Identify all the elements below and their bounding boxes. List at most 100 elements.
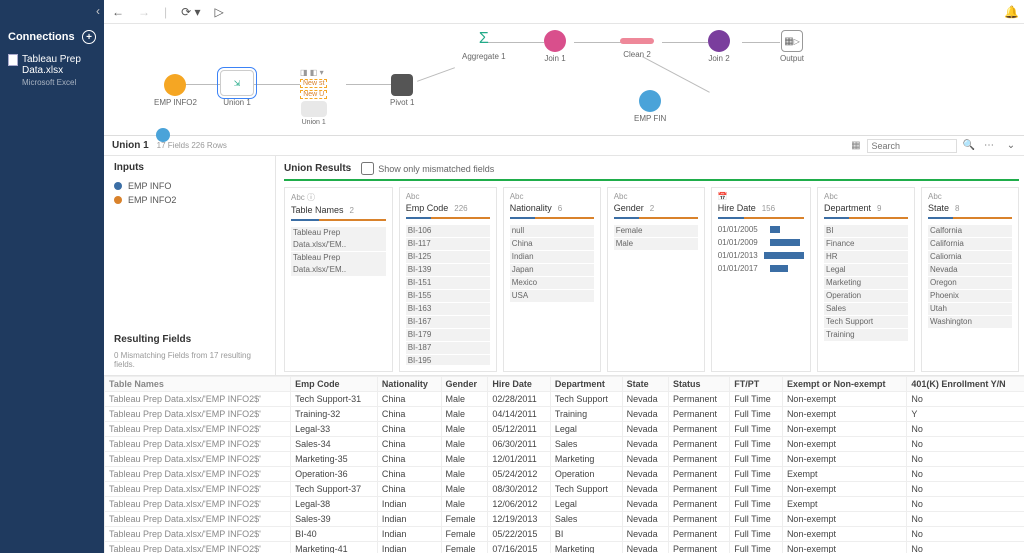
more-menu[interactable]: ⋯: [981, 140, 997, 151]
mismatch-checkbox[interactable]: Show only mismatched fields: [361, 162, 494, 175]
profile-value[interactable]: California: [928, 238, 1012, 250]
search-input[interactable]: [867, 139, 957, 153]
input-item[interactable]: EMP INFO: [114, 181, 265, 191]
table-row[interactable]: Tableau Prep Data.xlsx/'EMP INFO2$'Sales…: [105, 512, 1024, 527]
profile-value[interactable]: null: [510, 225, 594, 237]
input-item[interactable]: EMP INFO2: [114, 195, 265, 205]
profile-value[interactable]: Marketing: [824, 277, 908, 289]
profile-value[interactable]: BI-155: [406, 290, 490, 302]
col-header[interactable]: State: [622, 377, 668, 392]
node-output[interactable]: ▦ ▷ Output: [780, 30, 804, 63]
table-row[interactable]: Tableau Prep Data.xlsx/'EMP INFO2$'Sales…: [105, 437, 1024, 452]
profile-value[interactable]: Japan: [510, 264, 594, 276]
col-header[interactable]: Nationality: [377, 377, 441, 392]
add-connection-button[interactable]: +: [82, 30, 96, 44]
node-new-step[interactable]: ◨ ◧ ▾ New st New U Union 1: [300, 68, 327, 126]
profile-value[interactable]: Operation: [824, 290, 908, 302]
profile-value[interactable]: BI-163: [406, 303, 490, 315]
profile-value[interactable]: BI-179: [406, 329, 490, 341]
profile-value[interactable]: Legal: [824, 264, 908, 276]
flow-canvas[interactable]: EMP INFO2 ⇲ Union 1 ◨ ◧ ▾ New st New U U…: [104, 24, 1024, 136]
table-row[interactable]: Tableau Prep Data.xlsx/'EMP INFO2$'Tech …: [105, 392, 1024, 407]
collapse-sidebar-icon[interactable]: ‹: [96, 4, 100, 18]
nav-back-icon[interactable]: ←: [112, 5, 124, 19]
node-join1[interactable]: Join 1: [544, 30, 566, 63]
profile-value[interactable]: BI-151: [406, 277, 490, 289]
col-header[interactable]: Exempt or Non-exempt: [782, 377, 906, 392]
profile-value[interactable]: Training: [824, 329, 908, 341]
table-row[interactable]: Tableau Prep Data.xlsx/'EMP INFO2$'Legal…: [105, 497, 1024, 512]
profile-value[interactable]: Tech Support: [824, 316, 908, 328]
profile-value[interactable]: Finance: [824, 238, 908, 250]
sidebar-title: Connections: [8, 31, 75, 43]
profile-department[interactable]: AbcDepartment9BIFinanceHRLegalMarketingO…: [817, 187, 915, 372]
node-union1[interactable]: ⇲ Union 1: [220, 70, 254, 107]
profile-value[interactable]: Washington: [928, 316, 1012, 328]
profile-value[interactable]: Sales: [824, 303, 908, 315]
col-header[interactable]: FT/PT: [730, 377, 783, 392]
profile-value[interactable]: Indian: [510, 251, 594, 263]
node-emp-fin[interactable]: EMP FIN: [634, 90, 666, 123]
table-row[interactable]: Tableau Prep Data.xlsx/'EMP INFO2$'Tech …: [105, 482, 1024, 497]
profile-hire_date[interactable]: 📅Hire Date15601/01/200501/01/200901/01/2…: [711, 187, 811, 372]
profile-value[interactable]: Caliornia: [928, 251, 1012, 263]
profile-table_names[interactable]: Abc ⓘTable Names2Tableau Prep Data.xlsx/…: [284, 187, 393, 372]
profile-value[interactable]: Male: [614, 238, 698, 250]
profile-value[interactable]: Calfornia: [928, 225, 1012, 237]
profile-value[interactable]: USA: [510, 290, 594, 302]
col-header[interactable]: Hire Date: [488, 377, 551, 392]
profile-value[interactable]: Female: [614, 225, 698, 237]
data-grid[interactable]: Table NamesEmp CodeNationalityGenderHire…: [104, 376, 1024, 553]
col-header[interactable]: Status: [668, 377, 729, 392]
profile-value[interactable]: BI-125: [406, 251, 490, 263]
profile-value[interactable]: HR: [824, 251, 908, 263]
node-join2[interactable]: Join 2: [708, 30, 730, 63]
view-toggle-icon[interactable]: ▦: [851, 140, 860, 151]
profile-gender[interactable]: AbcGender2FemaleMale: [607, 187, 705, 372]
profile-value[interactable]: Utah: [928, 303, 1012, 315]
refresh-icon[interactable]: ⟳ ▾: [181, 5, 200, 19]
profile-value[interactable]: BI-187: [406, 342, 490, 354]
col-header[interactable]: Table Names: [105, 377, 291, 392]
file-icon: [8, 54, 18, 66]
profile-value[interactable]: BI-139: [406, 264, 490, 276]
profile-value[interactable]: Oregon: [928, 277, 1012, 289]
profile-value[interactable]: Phoenix: [928, 290, 1012, 302]
profile-value[interactable]: BI-106: [406, 225, 490, 237]
run-icon[interactable]: ▷: [215, 5, 224, 19]
table-row[interactable]: Tableau Prep Data.xlsx/'EMP INFO2$'BI-40…: [105, 527, 1024, 542]
profile-value[interactable]: Tableau Prep Data.xlsx/'EM..: [291, 227, 386, 251]
search-icon[interactable]: 🔍: [963, 140, 975, 151]
node-aggregate1[interactable]: Σ Aggregate 1: [462, 28, 506, 61]
profile-value[interactable]: BI-117: [406, 238, 490, 250]
table-row[interactable]: Tableau Prep Data.xlsx/'EMP INFO2$'Legal…: [105, 422, 1024, 437]
table-row[interactable]: Tableau Prep Data.xlsx/'EMP INFO2$'Opera…: [105, 467, 1024, 482]
node-hidden[interactable]: [156, 128, 170, 144]
notifications-icon[interactable]: 🔔: [1004, 5, 1019, 19]
col-header[interactable]: Emp Code: [291, 377, 378, 392]
nav-fwd-icon[interactable]: →: [138, 5, 150, 19]
node-emp-info2[interactable]: EMP INFO2: [154, 74, 197, 107]
connection-file[interactable]: Tableau Prep Data.xlsx: [0, 50, 104, 78]
profile-value[interactable]: BI: [824, 225, 908, 237]
node-pivot1[interactable]: Pivot 1: [390, 74, 414, 107]
table-row[interactable]: Tableau Prep Data.xlsx/'EMP INFO2$'Train…: [105, 407, 1024, 422]
col-header[interactable]: 401(K) Enrollment Y/N: [907, 377, 1024, 392]
profile-state[interactable]: AbcState8CalforniaCaliforniaCaliorniaNev…: [921, 187, 1019, 372]
profile-value[interactable]: Nevada: [928, 264, 1012, 276]
profile-value[interactable]: BI-195: [406, 355, 490, 365]
file-subtype: Microsoft Excel: [0, 78, 104, 87]
profile-nationality[interactable]: AbcNationality6nullChinaIndianJapanMexic…: [503, 187, 601, 372]
profile-value[interactable]: BI-167: [406, 316, 490, 328]
col-header[interactable]: Gender: [441, 377, 488, 392]
profile-value[interactable]: Tableau Prep Data.xlsx/'EM..: [291, 252, 386, 276]
chevron-down-icon[interactable]: ⌄: [1003, 140, 1019, 151]
profile-value[interactable]: Mexico: [510, 277, 594, 289]
profile-value[interactable]: China: [510, 238, 594, 250]
table-row[interactable]: Tableau Prep Data.xlsx/'EMP INFO2$'Marke…: [105, 452, 1024, 467]
col-header[interactable]: Department: [550, 377, 622, 392]
file-label: Tableau Prep Data.xlsx: [22, 54, 96, 76]
table-row[interactable]: Tableau Prep Data.xlsx/'EMP INFO2$'Marke…: [105, 542, 1024, 553]
node-clean2[interactable]: Clean 2: [620, 30, 654, 59]
profile-emp_code[interactable]: AbcEmp Code226BI-106BI-117BI-125BI-139BI…: [399, 187, 497, 372]
